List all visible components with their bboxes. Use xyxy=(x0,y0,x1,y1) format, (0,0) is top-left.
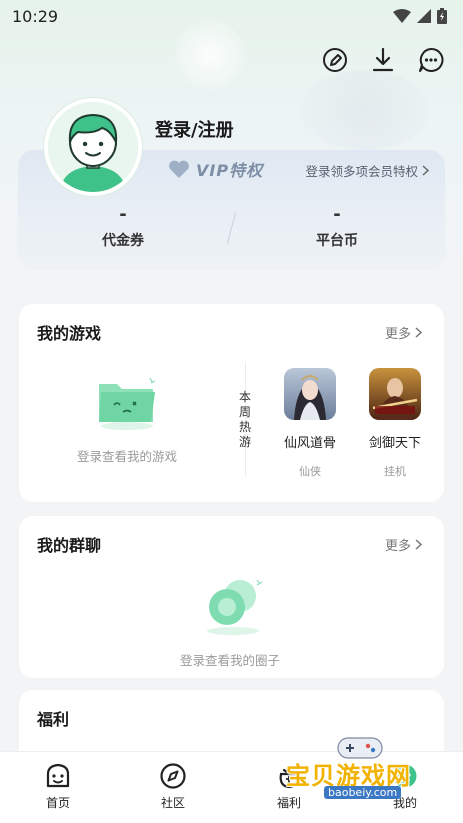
my-groups-card: 我的群聊 更多 登录查看我的圈子 xyxy=(19,516,444,678)
download-icon xyxy=(372,47,394,72)
my-groups-more-link[interactable]: 更多 xyxy=(385,535,422,554)
voucher-stat[interactable]: - 代金券 xyxy=(48,206,198,250)
status-icons xyxy=(393,8,447,24)
game-tag: 挂机 xyxy=(384,465,406,478)
my-games-card: 我的游戏 更多 登录查看我的游戏 本周热游 仙风道骨 仙侠 剑御天下 挂机 xyxy=(19,304,444,502)
game-cover-image xyxy=(369,368,421,420)
battery-icon xyxy=(437,8,447,24)
voucher-value: - xyxy=(119,204,127,225)
edit-icon xyxy=(323,48,347,72)
chevron-right-icon xyxy=(415,539,422,550)
nav-label: 首页 xyxy=(45,796,70,810)
voucher-label: 代金券 xyxy=(102,233,144,249)
my-games-empty-text: 登录查看我的游戏 xyxy=(77,449,178,464)
platform-coin-stat[interactable]: - 平台币 xyxy=(262,206,412,250)
nav-label: 社区 xyxy=(160,796,185,810)
message-icon xyxy=(419,47,444,72)
game-thumbnail xyxy=(369,368,421,420)
signal-icon xyxy=(417,9,431,23)
edit-button[interactable] xyxy=(321,46,349,74)
folder-icon xyxy=(99,377,156,430)
status-time: 10:29 xyxy=(12,6,59,26)
chevron-right-icon xyxy=(415,327,422,338)
login-register-button[interactable]: 登录/注册 xyxy=(155,116,234,142)
more-label: 更多 xyxy=(384,327,411,342)
watermark: 宝贝游戏网 baobeiy.com xyxy=(286,732,446,802)
wifi-icon xyxy=(393,9,411,23)
weekly-hot-label: 本周热游 xyxy=(238,390,251,449)
game-tag: 仙侠 xyxy=(299,465,321,478)
game-name: 剑御天下 xyxy=(368,436,421,451)
game-name: 仙风道骨 xyxy=(283,436,336,451)
top-actions xyxy=(321,46,445,74)
status-bar: 10:29 xyxy=(0,0,463,32)
platform-coin-value: - xyxy=(333,204,341,225)
my-groups-title: 我的群聊 xyxy=(37,536,102,555)
download-button[interactable] xyxy=(369,46,397,74)
vip-privileges-link[interactable]: 登录领多项会员特权 xyxy=(305,161,429,180)
stat-divider xyxy=(226,212,237,244)
game-item-xianfengdaogu[interactable]: 仙风道骨 仙侠 xyxy=(275,368,345,479)
chevron-right-icon xyxy=(422,165,429,176)
more-label: 更多 xyxy=(384,539,411,554)
empty-folder-illustration xyxy=(95,374,159,434)
my-games-more-link[interactable]: 更多 xyxy=(385,323,422,342)
message-button[interactable] xyxy=(417,46,445,74)
game-item-jianyutianxia[interactable]: 剑御天下 挂机 xyxy=(360,368,430,479)
decor-blob xyxy=(300,70,430,150)
welfare-title: 福利 xyxy=(37,710,70,729)
avatar[interactable] xyxy=(44,98,142,196)
group-bubble-icon xyxy=(207,579,263,635)
my-groups-empty-text: 登录查看我的圈子 xyxy=(180,653,281,668)
vip-badge-text: VIP特权 xyxy=(196,161,264,180)
platform-coin-label: 平台币 xyxy=(316,233,358,249)
empty-groups-illustration xyxy=(200,574,266,640)
compass-icon xyxy=(160,763,186,789)
nav-community[interactable]: 社区 xyxy=(133,760,213,811)
game-cover-image xyxy=(284,368,336,420)
default-avatar-icon xyxy=(48,102,138,192)
nav-home[interactable]: 首页 xyxy=(18,760,98,811)
vip-heart-icon xyxy=(169,160,189,178)
game-thumbnail xyxy=(284,368,336,420)
home-icon xyxy=(46,763,70,788)
watermark-url: baobeiy.com xyxy=(324,786,402,799)
my-games-title: 我的游戏 xyxy=(37,324,102,343)
vip-badge: VIP特权 xyxy=(158,150,288,188)
vip-link-text: 登录领多项会员特权 xyxy=(305,164,418,179)
